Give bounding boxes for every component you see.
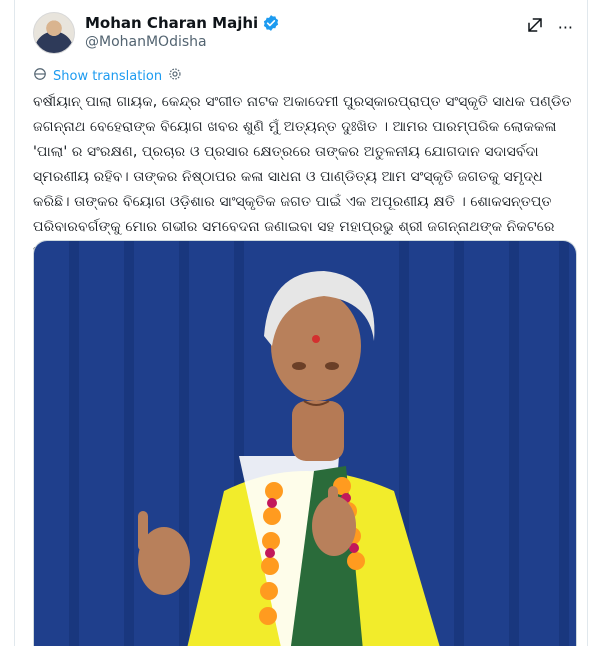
tweet-text: ବର୍ଷୀୟାନ୍ ପାଲା ଗାୟକ, କେନ୍ଦ୍ର ସଂଗୀତ ନାଟକ … <box>33 94 572 260</box>
author-display-name[interactable]: Mohan Charan Majhi <box>85 14 258 32</box>
singer-photo <box>34 241 576 646</box>
tweet-image[interactable] <box>33 240 577 646</box>
avatar[interactable] <box>33 12 75 54</box>
more-icon[interactable]: ··· <box>558 18 573 37</box>
translate-icon <box>33 67 47 85</box>
tweet-card: Mohan Charan Majhi @MohanMOdisha ··· Sho… <box>14 0 588 646</box>
verified-badge-icon <box>264 15 279 31</box>
grok-icon[interactable] <box>526 16 544 38</box>
header-actions: ··· <box>526 16 573 38</box>
author-handle[interactable]: @MohanMOdisha <box>85 34 207 50</box>
settings-icon[interactable] <box>168 67 182 85</box>
author-name-row: Mohan Charan Majhi <box>85 14 280 32</box>
show-translation-label[interactable]: Show translation <box>53 69 162 84</box>
show-translation[interactable]: Show translation <box>33 67 182 85</box>
tweet-header: Mohan Charan Majhi @MohanMOdisha ··· <box>33 12 573 56</box>
